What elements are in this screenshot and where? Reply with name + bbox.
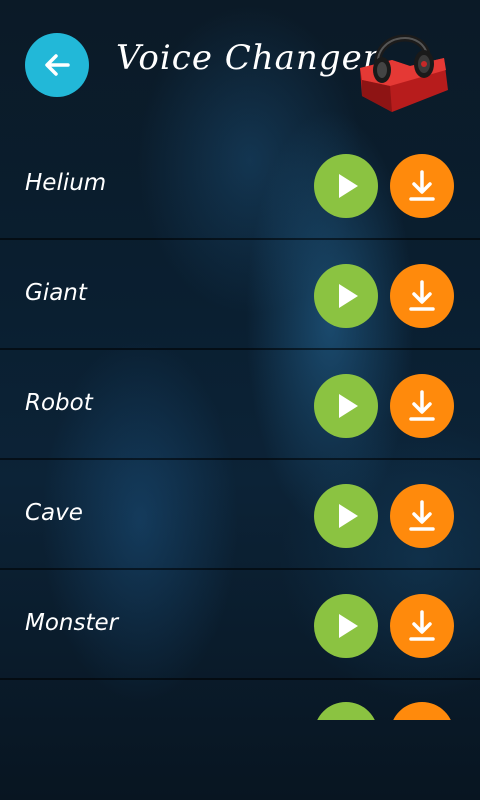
download-button[interactable] xyxy=(390,154,454,218)
download-button[interactable] xyxy=(390,484,454,548)
partial-list-item xyxy=(0,680,480,720)
list-item: Helium xyxy=(0,130,480,240)
download-button[interactable] xyxy=(390,594,454,658)
effect-label: Robot xyxy=(25,390,93,416)
play-button[interactable] xyxy=(314,702,378,720)
list-item: Monster xyxy=(0,570,480,680)
play-icon xyxy=(339,394,358,418)
download-icon xyxy=(409,500,435,531)
effect-label: Helium xyxy=(25,170,107,196)
download-button[interactable] xyxy=(390,264,454,328)
effect-label: Cave xyxy=(25,500,83,526)
effect-label: Giant xyxy=(25,280,87,306)
page-title: Voice Changer xyxy=(116,38,380,78)
play-button[interactable] xyxy=(314,154,378,218)
play-icon xyxy=(339,614,358,638)
play-icon xyxy=(339,284,358,308)
effects-list: Helium Giant Robot Cave Monster xyxy=(0,130,480,680)
play-button[interactable] xyxy=(314,594,378,658)
play-button[interactable] xyxy=(314,484,378,548)
list-item: Cave xyxy=(0,460,480,570)
play-button[interactable] xyxy=(314,264,378,328)
list-item: Robot xyxy=(0,350,480,460)
back-button[interactable] xyxy=(25,33,89,97)
headphones-folder-icon xyxy=(360,34,448,112)
download-icon xyxy=(409,280,435,311)
play-button[interactable] xyxy=(314,374,378,438)
effect-label: Monster xyxy=(25,610,119,636)
list-item: Giant xyxy=(0,240,480,350)
download-icon xyxy=(409,610,435,641)
download-button[interactable] xyxy=(390,702,454,720)
play-icon xyxy=(339,174,358,198)
arrow-left-icon xyxy=(45,54,70,76)
download-button[interactable] xyxy=(390,374,454,438)
download-icon xyxy=(409,390,435,421)
app-header: Voice Changer xyxy=(0,0,480,130)
download-icon xyxy=(409,170,435,201)
play-icon xyxy=(339,504,358,528)
